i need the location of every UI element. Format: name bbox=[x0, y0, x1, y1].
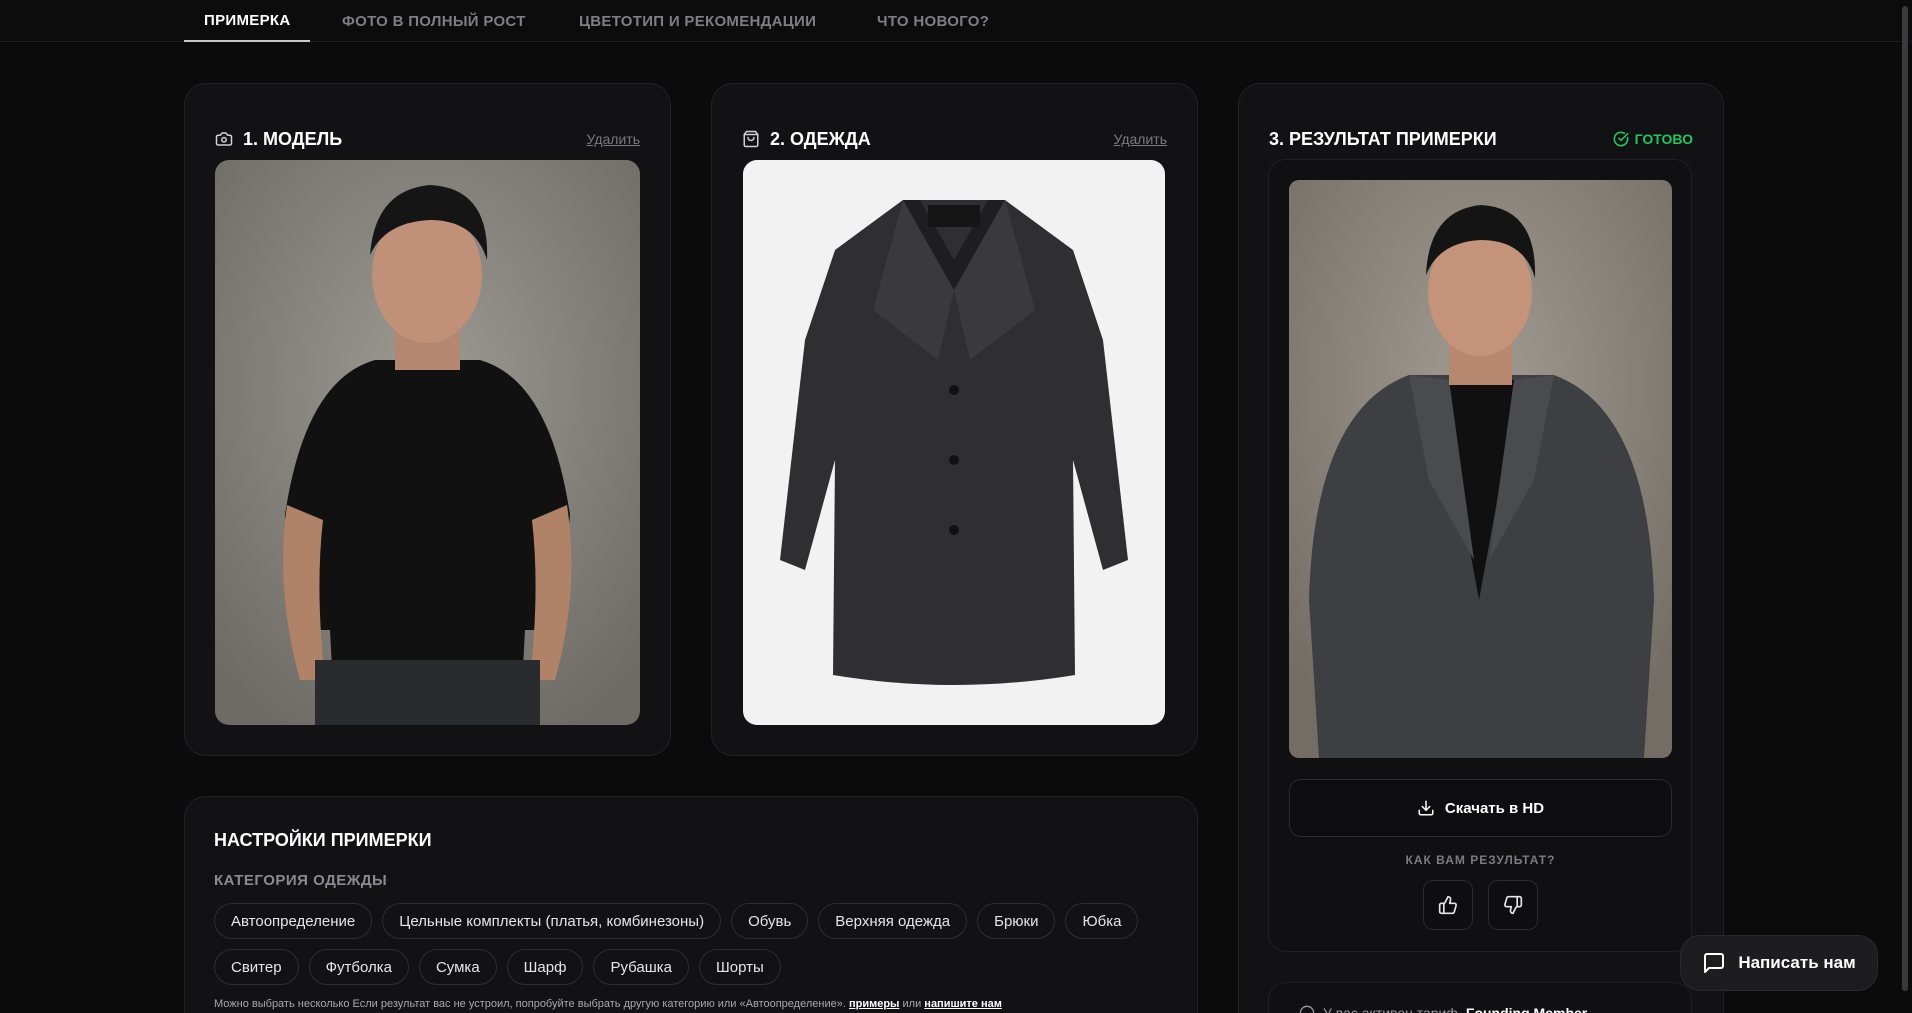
model-delete-link[interactable]: Удалить bbox=[587, 131, 640, 147]
tab-fitting[interactable]: ПРИМЕРКА bbox=[184, 0, 311, 42]
thumbs-up-button[interactable] bbox=[1423, 880, 1473, 930]
chip-full-sets[interactable]: Цельные комплекты (платья, комбинезоны) bbox=[382, 903, 722, 939]
status-badge: ГОТОВО bbox=[1613, 131, 1693, 147]
scrollbar-thumb[interactable] bbox=[1902, 6, 1908, 991]
thumbs-down-icon bbox=[1504, 895, 1523, 915]
download-hd-label: Скачать в HD bbox=[1444, 799, 1545, 817]
result-photo bbox=[1289, 180, 1672, 758]
category-chips: Автоопределение Цельные комплекты (плать… bbox=[214, 903, 1174, 985]
camera-icon bbox=[215, 132, 233, 146]
category-hint: Можно выбрать несколько Если результат в… bbox=[214, 998, 1002, 1010]
tab-color-type[interactable]: ЦВЕТОТИП И РЕКОМЕНДАЦИИ bbox=[559, 0, 836, 42]
model-title-text: 1. МОДЕЛЬ bbox=[243, 128, 343, 149]
founding-plan: Founding Member bbox=[1465, 1005, 1588, 1013]
chat-label: Написать нам bbox=[1738, 953, 1856, 972]
model-photo bbox=[215, 160, 640, 725]
garment-photo bbox=[743, 160, 1165, 725]
garment-title-text: 2. ОДЕЖДА bbox=[770, 128, 871, 149]
hint-text: Можно выбрать несколько Если результат в… bbox=[214, 998, 846, 1010]
examples-link[interactable]: примеры bbox=[849, 998, 900, 1010]
tab-full-height-photo[interactable]: ФОТО В ПОЛНЫЙ РОСТ bbox=[322, 0, 546, 42]
chip-outerwear[interactable]: Верхняя одежда bbox=[818, 903, 968, 939]
thumbs-down-button[interactable] bbox=[1488, 880, 1538, 930]
tab-whats-new[interactable]: ЧТО НОВОГО? bbox=[857, 0, 1009, 42]
founding-prefix: У вас активен тариф bbox=[1323, 1005, 1458, 1013]
chip-shoes[interactable]: Обувь bbox=[731, 903, 809, 939]
info-icon bbox=[1299, 1005, 1315, 1013]
chip-trousers[interactable]: Брюки bbox=[977, 903, 1056, 939]
check-circle-icon bbox=[1613, 131, 1629, 147]
result-title-text: 3. РЕЗУЛЬТАТ ПРИМЕРКИ bbox=[1269, 128, 1497, 149]
founding-member-banner: У вас активен тариф Founding Member bbox=[1268, 982, 1692, 1013]
hint-or: или bbox=[902, 998, 922, 1010]
thumbs-up-icon bbox=[1438, 895, 1457, 915]
settings-title: НАСТРОЙКИ ПРИМЕРКИ bbox=[214, 830, 432, 850]
model-card-title: 1. МОДЕЛЬ bbox=[215, 129, 342, 150]
chip-tshirt[interactable]: Футболка bbox=[308, 949, 409, 985]
category-label: КАТЕГОРИЯ ОДЕЖДЫ bbox=[214, 872, 388, 889]
chip-auto[interactable]: Автоопределение bbox=[214, 903, 373, 939]
feedback-question: КАК ВАМ РЕЗУЛЬТАТ? bbox=[1405, 853, 1556, 867]
result-card-title: 3. РЕЗУЛЬТАТ ПРИМЕРКИ bbox=[1269, 129, 1497, 150]
chip-scarf[interactable]: Шарф bbox=[506, 949, 584, 985]
chip-skirt[interactable]: Юбка bbox=[1065, 903, 1139, 939]
download-hd-button[interactable]: Скачать в HD bbox=[1289, 779, 1672, 837]
status-text: ГОТОВО bbox=[1634, 131, 1693, 147]
chip-bag[interactable]: Сумка bbox=[418, 949, 497, 985]
shopping-bag-icon bbox=[743, 130, 759, 148]
garment-card-title: 2. ОДЕЖДА bbox=[742, 129, 871, 150]
chip-shirt[interactable]: Рубашка bbox=[593, 949, 689, 985]
garment-delete-link[interactable]: Удалить bbox=[1114, 131, 1167, 147]
top-navigation: ПРИМЕРКА ФОТО В ПОЛНЫЙ РОСТ ЦВЕТОТИП И Р… bbox=[0, 0, 1912, 42]
chip-shorts[interactable]: Шорты bbox=[698, 949, 781, 985]
chip-sweater[interactable]: Свитер bbox=[214, 949, 299, 985]
download-icon bbox=[1418, 800, 1434, 816]
contact-link[interactable]: напишите нам bbox=[924, 998, 1002, 1010]
chat-button[interactable]: Написать нам bbox=[1680, 935, 1878, 991]
chat-bubble-icon bbox=[1704, 953, 1725, 973]
